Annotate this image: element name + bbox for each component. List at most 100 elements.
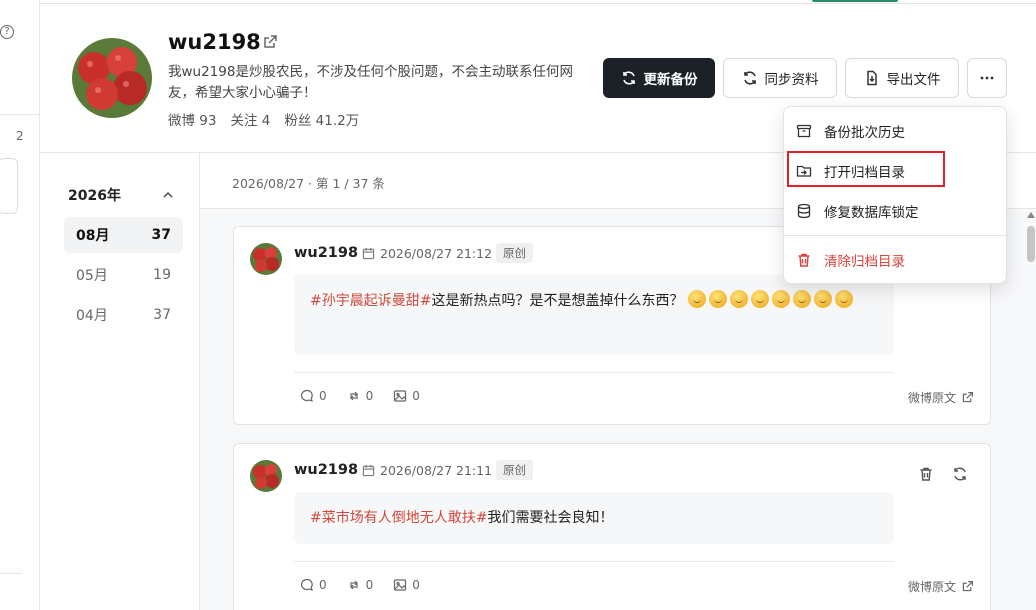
original-post-link[interactable]: 微博原文 bbox=[908, 578, 974, 595]
month-count: 37 bbox=[151, 227, 171, 243]
menu-item-label: 备份批次历史 bbox=[824, 125, 905, 141]
original-badge: 原创 bbox=[496, 243, 533, 263]
menu-item-label: 修复数据库锁定 bbox=[824, 205, 919, 221]
repost-icon bbox=[349, 580, 358, 590]
post-divider bbox=[294, 561, 894, 562]
image-icon bbox=[394, 579, 407, 591]
post-avatar bbox=[250, 460, 282, 492]
database-icon bbox=[797, 203, 811, 219]
hashtag[interactable]: #菜市场有人倒地无人敢扶# bbox=[310, 510, 487, 526]
month-item-08[interactable]: 08月 37 bbox=[64, 217, 183, 253]
archive-icon bbox=[796, 124, 812, 138]
original-post-label: 微博原文 bbox=[907, 580, 956, 594]
post-content: #孙宇晨起诉曼甜#这是新热点吗？是不是想盖掉什么东西？ bbox=[294, 275, 894, 355]
sync-profile-label: 同步资料 bbox=[764, 72, 819, 88]
month-count: 19 bbox=[153, 267, 171, 283]
month-item-05[interactable]: 05月 19 bbox=[64, 257, 183, 293]
refresh-icon bbox=[622, 71, 635, 85]
sync-icon bbox=[743, 71, 756, 85]
export-file-label: 导出文件 bbox=[886, 72, 941, 88]
stat-posts: 微博 93 bbox=[168, 113, 217, 129]
shush-emoji-icon bbox=[708, 290, 727, 308]
image-value: 0 bbox=[412, 578, 420, 592]
profile-bio: 我wu2198是炒股农民，不涉及任何个股问题，不会主动联系任何网友，希望大家小心… bbox=[168, 64, 573, 101]
repost-value: 0 bbox=[365, 389, 374, 403]
shush-emoji-icon bbox=[792, 290, 811, 308]
menu-item-repair-db-lock[interactable]: 修复数据库锁定 bbox=[784, 191, 1008, 231]
month-label: 08月 bbox=[76, 228, 110, 244]
left-rail: ? 2 bbox=[0, 0, 40, 610]
comment-count[interactable]: 0 bbox=[300, 389, 327, 403]
post-date: 2026/08/27 21:12 bbox=[362, 246, 492, 261]
menu-divider bbox=[784, 235, 1008, 236]
calendar-icon bbox=[362, 464, 375, 477]
more-options-button[interactable] bbox=[967, 58, 1007, 98]
update-backup-label: 更新备份 bbox=[643, 72, 698, 88]
calendar-icon bbox=[362, 247, 375, 260]
month-item-04[interactable]: 04月 37 bbox=[64, 297, 183, 333]
post-date-text: 2026/08/27 21:12 bbox=[380, 246, 493, 261]
external-link-icon bbox=[962, 392, 973, 403]
comment-icon bbox=[300, 578, 313, 591]
shush-emoji-icon bbox=[813, 290, 832, 308]
refresh-icon[interactable] bbox=[952, 466, 968, 482]
month-label: 04月 bbox=[76, 308, 108, 324]
year-label: 2026年 bbox=[68, 188, 121, 204]
post-date-text: 2026/08/27 21:11 bbox=[380, 463, 493, 478]
active-tab-indicator bbox=[812, 0, 898, 2]
scroll-up-arrow[interactable] bbox=[1027, 212, 1035, 218]
comment-icon bbox=[300, 389, 313, 402]
year-toggle[interactable]: 2026年 bbox=[68, 185, 174, 205]
stat-followers: 粉丝 41.2万 bbox=[284, 113, 360, 129]
shush-emoji-icon bbox=[750, 290, 769, 308]
trash-icon bbox=[798, 253, 810, 267]
rail-count: 2 bbox=[16, 129, 24, 143]
trash-icon[interactable] bbox=[918, 466, 934, 482]
highlight-box bbox=[787, 151, 945, 187]
comment-value: 0 bbox=[319, 389, 327, 403]
post-actions: 0 0 0 bbox=[300, 389, 420, 403]
post-content: #菜市场有人倒地无人敢扶#我们需要社会良知！ bbox=[294, 492, 894, 544]
post-card: wu2198 2026/08/27 21:11 原创 #菜市场有人倒地无人敢扶#… bbox=[233, 443, 991, 610]
external-link-icon bbox=[962, 581, 973, 592]
more-options-menu: 备份批次历史 打开归档目录 修复数据库锁定 清除归档目录 bbox=[783, 106, 1008, 284]
month-label: 05月 bbox=[76, 268, 108, 284]
menu-item-clear-archive-folder[interactable]: 清除归档目录 bbox=[784, 240, 1008, 280]
repost-count[interactable]: 0 bbox=[347, 389, 374, 403]
file-export-icon bbox=[866, 70, 877, 86]
image-icon bbox=[394, 390, 407, 402]
shush-emoji-icon bbox=[729, 290, 748, 308]
image-value: 0 bbox=[412, 389, 420, 403]
profile-username: wu2198 bbox=[168, 30, 261, 54]
scrollbar-thumb[interactable] bbox=[1027, 226, 1035, 262]
profile-avatar bbox=[72, 38, 152, 118]
rail-card[interactable] bbox=[0, 158, 18, 214]
image-count[interactable]: 0 bbox=[393, 389, 420, 403]
original-post-label: 微博原文 bbox=[907, 391, 956, 405]
shush-emoji-icon bbox=[771, 290, 790, 308]
menu-item-backup-history[interactable]: 备份批次历史 bbox=[784, 111, 1008, 151]
feed-position: 2026/08/27 · 第 1 / 37 条 bbox=[232, 176, 385, 191]
sync-profile-button[interactable]: 同步资料 bbox=[723, 58, 837, 98]
repost-count[interactable]: 0 bbox=[347, 578, 374, 592]
original-post-link[interactable]: 微博原文 bbox=[908, 389, 974, 406]
shush-emoji-icon bbox=[687, 290, 706, 308]
hashtag[interactable]: #孙宇晨起诉曼甜# bbox=[310, 293, 431, 309]
rail-divider-bottom bbox=[0, 573, 22, 574]
stat-following: 关注 4 bbox=[230, 113, 271, 129]
post-username: wu2198 bbox=[294, 245, 359, 261]
post-username: wu2198 bbox=[294, 462, 359, 478]
export-file-button[interactable]: 导出文件 bbox=[845, 58, 959, 98]
image-count[interactable]: 0 bbox=[393, 578, 420, 592]
post-text: 这是新热点吗？是不是想盖掉什么东西？ bbox=[431, 293, 684, 309]
comment-count[interactable]: 0 bbox=[300, 578, 327, 592]
menu-item-label: 清除归档目录 bbox=[824, 254, 905, 270]
help-icon[interactable]: ? bbox=[0, 25, 14, 39]
chevron-up-icon bbox=[163, 191, 173, 198]
repost-value: 0 bbox=[365, 578, 374, 592]
update-backup-button[interactable]: 更新备份 bbox=[603, 58, 715, 98]
external-link-icon[interactable] bbox=[262, 34, 278, 50]
profile-stats: 微博 93 关注 4 粉丝 41.2万 bbox=[168, 109, 359, 129]
post-avatar bbox=[250, 243, 282, 275]
original-badge: 原创 bbox=[496, 460, 533, 480]
